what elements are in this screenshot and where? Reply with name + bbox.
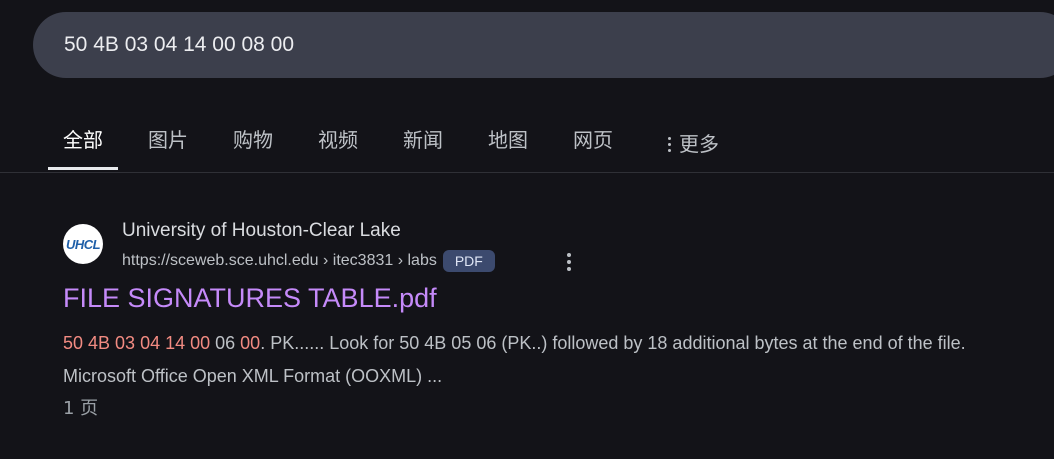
tab-images[interactable]: 图片 [133, 118, 203, 170]
tab-all[interactable]: 全部 [48, 118, 118, 170]
tab-web[interactable]: 网页 [558, 118, 628, 170]
search-bar[interactable] [33, 12, 1054, 78]
tab-shopping[interactable]: 购物 [218, 118, 288, 170]
snippet-highlight-1: 50 4B 03 04 14 00 [63, 333, 211, 353]
search-input[interactable] [64, 33, 964, 57]
snippet-highlight-2: 00 [240, 333, 261, 353]
pdf-badge: PDF [442, 250, 495, 272]
more-vert-icon [668, 136, 671, 152]
search-tabs: 全部 图片 购物 视频 新闻 地图 网页 更多 [48, 118, 749, 172]
result-menu-icon[interactable] [565, 252, 573, 272]
result-site-name[interactable]: University of Houston-Clear Lake [122, 220, 401, 242]
tab-maps[interactable]: 地图 [473, 118, 543, 170]
tab-more-label: 更多 [679, 132, 719, 156]
result-url[interactable]: https://sceweb.sce.uhcl.edu › itec3831 ›… [122, 249, 495, 273]
tab-more[interactable]: 更多 [653, 118, 734, 170]
snippet-text-1: 06 [210, 333, 241, 353]
tab-news[interactable]: 新闻 [388, 118, 458, 170]
result-snippet: 50 4B 03 04 14 00 06 00. PK...... Look f… [63, 327, 1033, 393]
tabs-divider [0, 172, 1054, 173]
uhcl-logo-icon: UHCL [65, 236, 101, 252]
tab-videos[interactable]: 视频 [303, 118, 373, 170]
result-url-text: https://sceweb.sce.uhcl.edu › itec3831 ›… [122, 252, 437, 269]
result-page-count: 1 页 [63, 398, 99, 419]
site-favicon[interactable]: UHCL [63, 224, 103, 264]
result-title-link[interactable]: FILE SIGNATURES TABLE.pdf [63, 283, 437, 314]
